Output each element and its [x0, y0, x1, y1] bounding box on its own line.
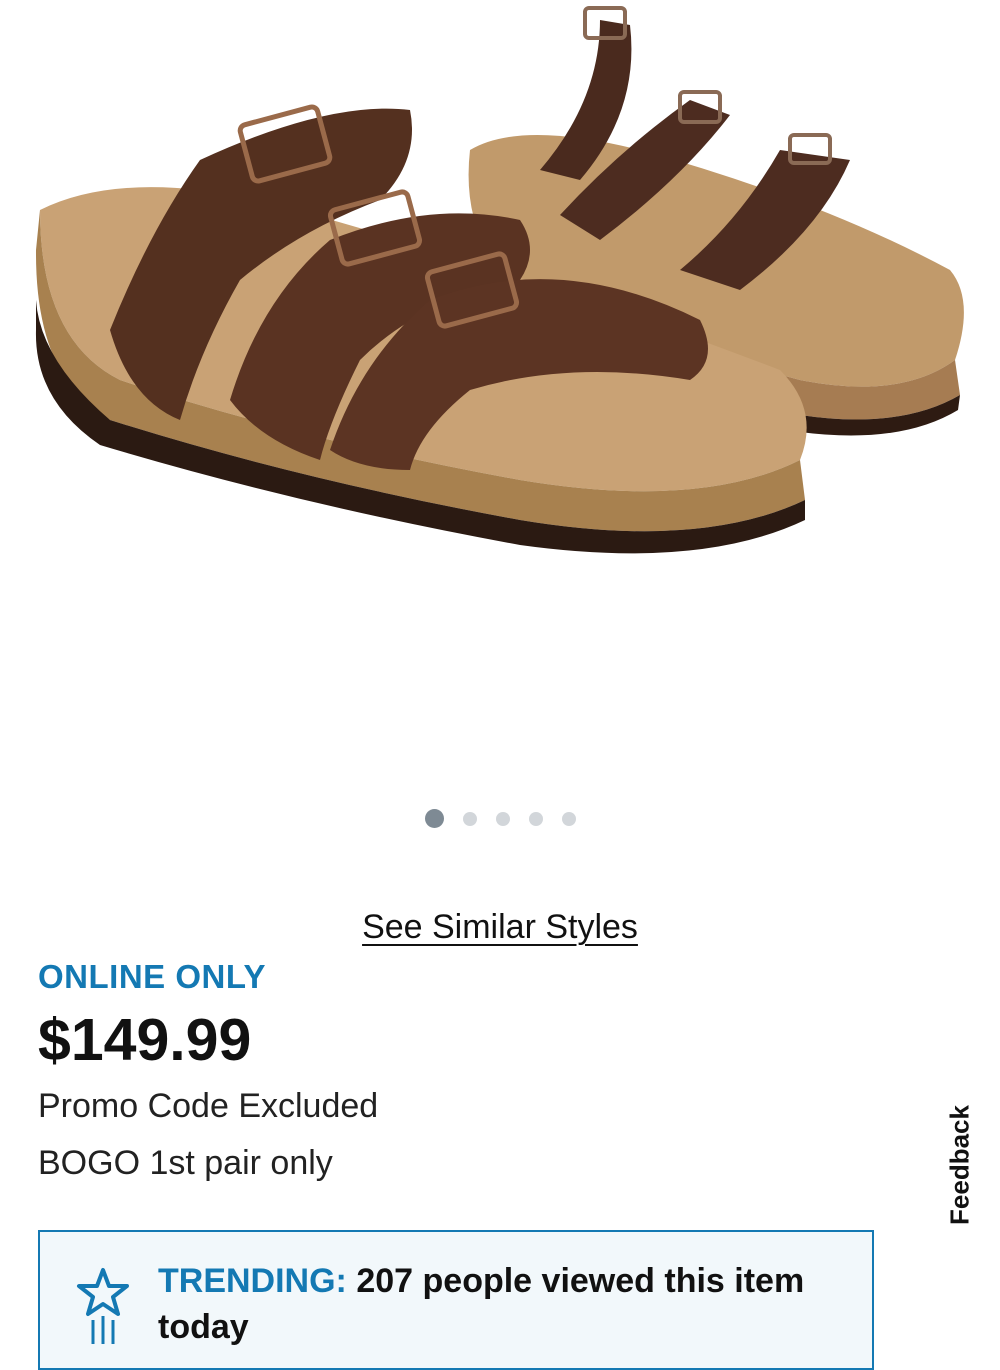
- product-price: $149.99: [38, 1007, 252, 1073]
- trending-text: TRENDING: 207 people viewed this item to…: [158, 1258, 858, 1350]
- carousel-dot-2[interactable]: [462, 811, 477, 826]
- product-image[interactable]: [0, 0, 1000, 760]
- promo-code-note: Promo Code Excluded: [38, 1087, 379, 1125]
- online-only-badge: ONLINE ONLY: [38, 958, 266, 995]
- carousel-dot-4[interactable]: [528, 811, 543, 826]
- image-carousel-dots: [0, 809, 1000, 828]
- carousel-dot-3[interactable]: [495, 811, 510, 826]
- shooting-star-icon: [77, 1268, 129, 1344]
- see-similar-styles-link[interactable]: See Similar Styles: [0, 908, 1000, 947]
- trending-label: TRENDING:: [158, 1262, 347, 1300]
- feedback-tab[interactable]: Feedback: [943, 1098, 977, 1232]
- feedback-label: Feedback: [944, 1105, 975, 1225]
- carousel-dot-5[interactable]: [561, 811, 576, 826]
- bogo-note: BOGO 1st pair only: [38, 1144, 333, 1182]
- sandal-illustration: [35, 6, 964, 554]
- trending-banner: TRENDING: 207 people viewed this item to…: [38, 1230, 874, 1370]
- carousel-dot-1[interactable]: [424, 809, 444, 828]
